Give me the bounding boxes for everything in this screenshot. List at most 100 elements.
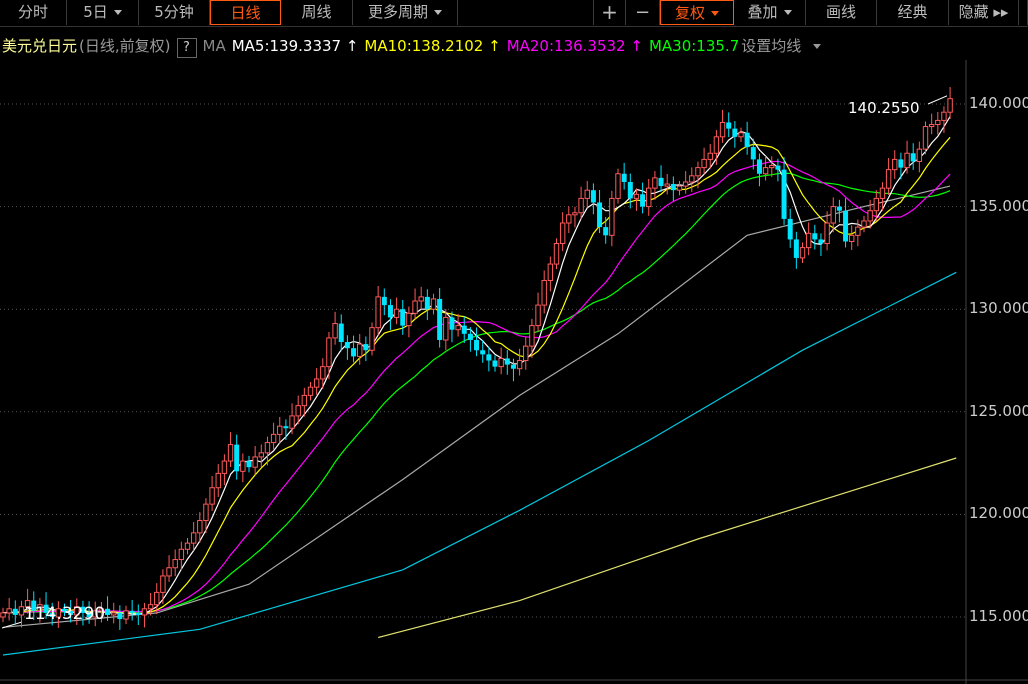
candle xyxy=(935,112,941,135)
candle xyxy=(541,270,547,314)
candle-body xyxy=(572,212,578,216)
candle-body xyxy=(338,323,344,343)
candle-body xyxy=(252,456,258,468)
candle xyxy=(523,336,529,370)
candle-body xyxy=(313,378,320,388)
candle xyxy=(553,238,560,270)
candle-body xyxy=(437,298,443,340)
candle-body xyxy=(381,296,387,306)
candle xyxy=(283,419,289,440)
candle-body xyxy=(147,604,154,610)
candle-body xyxy=(141,608,148,616)
candle-body xyxy=(818,239,824,244)
y-tick-label: 115.000 xyxy=(969,607,1028,625)
candle-body xyxy=(190,532,197,544)
candle xyxy=(559,212,566,252)
candle xyxy=(227,432,234,467)
candle-body xyxy=(498,357,504,368)
candle xyxy=(597,189,603,234)
candle xyxy=(387,299,393,330)
candle xyxy=(670,176,676,202)
candle xyxy=(590,183,596,215)
candle xyxy=(18,600,25,628)
candle-body xyxy=(738,132,744,138)
candle xyxy=(412,288,418,320)
candle-body xyxy=(597,202,603,228)
candle xyxy=(313,368,320,395)
candle-body xyxy=(197,520,203,534)
candle-body xyxy=(793,239,799,258)
candle-body xyxy=(787,218,793,240)
ma5-line xyxy=(2,116,951,615)
candle xyxy=(904,140,910,174)
candle-body xyxy=(510,364,516,369)
candle-body xyxy=(695,167,701,177)
candle xyxy=(443,308,449,351)
ma120-line xyxy=(2,271,957,656)
candle xyxy=(418,286,424,310)
candle xyxy=(215,464,221,497)
candle-body xyxy=(516,360,523,370)
max-price-pointer xyxy=(927,95,948,105)
candle-body xyxy=(307,386,314,396)
candle-body xyxy=(652,177,658,189)
candle xyxy=(449,311,455,343)
candle xyxy=(498,347,504,375)
candle-body xyxy=(769,165,775,169)
candle-body xyxy=(879,187,886,199)
candle-body xyxy=(283,426,289,429)
candle-body xyxy=(246,461,252,468)
candle xyxy=(289,403,295,435)
candle-body xyxy=(289,415,295,429)
candle-body xyxy=(904,152,910,169)
candle-body xyxy=(18,606,25,616)
candle xyxy=(615,168,621,204)
candle-body xyxy=(111,612,117,616)
candle xyxy=(781,157,787,225)
candle-body xyxy=(824,222,830,245)
candle-body xyxy=(855,226,861,236)
candle-body xyxy=(609,197,615,236)
candle xyxy=(406,306,412,338)
candle xyxy=(504,350,510,375)
candle xyxy=(640,182,646,214)
candle-body xyxy=(105,608,111,615)
candle-body xyxy=(682,181,689,187)
candle-body xyxy=(351,348,357,357)
candle-body xyxy=(0,612,6,618)
candle xyxy=(437,288,443,348)
candle xyxy=(474,327,480,357)
candle-body xyxy=(707,152,713,160)
candle-body xyxy=(123,610,129,620)
candle-body xyxy=(547,263,554,281)
candle xyxy=(818,233,824,257)
y-tick-label: 125.000 xyxy=(969,401,1028,420)
candle xyxy=(234,434,240,480)
candle-body xyxy=(676,185,683,191)
candle xyxy=(627,173,633,209)
max-price-label: 140.2550 xyxy=(848,99,920,117)
candle xyxy=(682,171,689,194)
candle xyxy=(695,161,701,189)
candle-body xyxy=(713,136,720,154)
ma250-line xyxy=(378,457,957,639)
candle-body xyxy=(492,360,498,367)
candle-body xyxy=(400,309,406,326)
candle-body xyxy=(689,175,695,183)
candle-body xyxy=(486,354,492,361)
candle-body xyxy=(369,327,375,351)
candle xyxy=(461,316,467,344)
candle xyxy=(184,537,191,555)
candle-body xyxy=(849,234,855,242)
candle xyxy=(221,454,228,486)
candle xyxy=(332,311,338,345)
candle-body xyxy=(203,503,209,522)
candle-body xyxy=(873,197,879,212)
candle-body xyxy=(166,567,172,577)
candle-body xyxy=(916,148,923,162)
candle-body xyxy=(928,124,935,128)
candle xyxy=(424,289,430,321)
candle xyxy=(455,313,461,337)
candle-body xyxy=(750,147,756,160)
candle-body xyxy=(215,472,221,489)
